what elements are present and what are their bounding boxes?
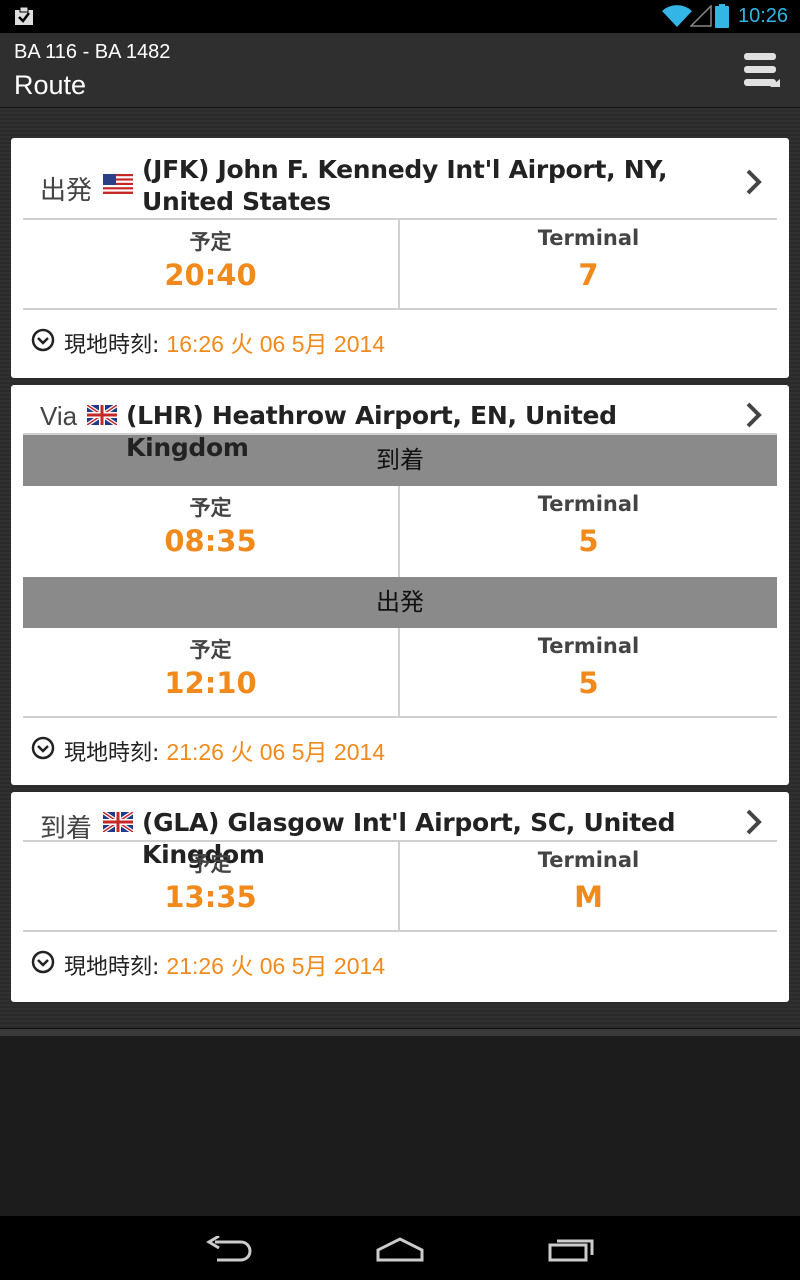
leg-header[interactable]: 出発 (JFK) John F. Kennedy Int'l Airport, … bbox=[23, 138, 777, 220]
terminal-label: Terminal bbox=[537, 492, 640, 516]
navigation-bar bbox=[0, 1216, 800, 1280]
chevron-right-icon[interactable] bbox=[745, 401, 763, 429]
local-time-label: 現地時刻: bbox=[64, 333, 160, 358]
chevron-right-icon[interactable] bbox=[745, 808, 763, 836]
clock-icon bbox=[31, 950, 55, 974]
chevron-right-icon[interactable] bbox=[745, 168, 763, 196]
terminal-label: Terminal bbox=[537, 848, 640, 872]
uk-flag-icon bbox=[87, 405, 117, 425]
local-time-value: 16:26 火 06 5月 2014 bbox=[166, 331, 386, 357]
airport-name: (LHR) Heathrow Airport, EN, United Kingd… bbox=[126, 401, 617, 462]
action-bar: BA 116 - BA 1482 Route bbox=[0, 33, 800, 108]
local-time-label: 現地時刻: bbox=[64, 741, 160, 766]
route-content: 出発 (JFK) John F. Kennedy Int'l Airport, … bbox=[0, 108, 800, 1028]
leg-label: 出発 bbox=[40, 175, 93, 205]
scheduled-label: 予定 bbox=[189, 638, 232, 662]
terminal-label: Terminal bbox=[537, 634, 640, 658]
local-time-value: 21:26 火 06 5月 2014 bbox=[166, 953, 386, 979]
local-time-value: 21:26 火 06 5月 2014 bbox=[166, 739, 386, 765]
terminal-value: 7 bbox=[578, 258, 599, 292]
schedule-row: 予定 12:10 Terminal 5 bbox=[23, 628, 777, 718]
scheduled-time: 08:35 bbox=[164, 524, 257, 558]
page-title: Route bbox=[14, 70, 87, 100]
scheduled-cell: 予定 20:40 bbox=[23, 220, 400, 308]
leg-label: Via bbox=[40, 401, 78, 431]
terminal-label: Terminal bbox=[537, 226, 640, 250]
menu-icon[interactable] bbox=[740, 49, 782, 93]
clock-icon bbox=[31, 736, 55, 760]
leg-card-via[interactable]: Via (LHR) Heathrow Airport, EN, United K… bbox=[11, 385, 789, 785]
status-bar: 10:26 bbox=[0, 0, 800, 33]
terminal-value: 5 bbox=[578, 524, 599, 558]
status-time: 10:26 bbox=[738, 5, 789, 27]
home-icon[interactable] bbox=[375, 1236, 425, 1262]
leg-header[interactable]: Via (LHR) Heathrow Airport, EN, United K… bbox=[23, 385, 777, 462]
flight-numbers: BA 116 - BA 1482 bbox=[14, 41, 171, 63]
leg-label: 到着 bbox=[40, 813, 93, 843]
schedule-row: 予定 13:35 Terminal M bbox=[23, 842, 777, 932]
content-divider bbox=[0, 1028, 800, 1036]
terminal-value: M bbox=[574, 880, 603, 914]
scheduled-time: 12:10 bbox=[164, 666, 257, 700]
local-time-row: 現地時刻: 21:26 火 06 5月 2014 bbox=[23, 932, 777, 992]
terminal-cell: Terminal 5 bbox=[400, 486, 777, 577]
leg-card-departure[interactable]: 出発 (JFK) John F. Kennedy Int'l Airport, … bbox=[11, 138, 789, 378]
battery-icon bbox=[715, 4, 729, 28]
local-time-row: 現地時刻: 21:26 火 06 5月 2014 bbox=[23, 718, 777, 778]
leg-card-arrival[interactable]: 到着 (GLA) Glasgow Int'l Airport, SC, Unit… bbox=[11, 792, 789, 1002]
recent-apps-icon[interactable] bbox=[548, 1236, 596, 1262]
terminal-value: 5 bbox=[578, 666, 599, 700]
scheduled-label: 予定 bbox=[189, 496, 232, 520]
terminal-cell: Terminal 7 bbox=[400, 220, 777, 308]
scheduled-label: 予定 bbox=[189, 852, 232, 876]
scheduled-time: 13:35 bbox=[164, 880, 257, 914]
clock-icon bbox=[31, 328, 55, 352]
schedule-row: 予定 08:35 Terminal 5 bbox=[23, 486, 777, 577]
wifi-icon bbox=[662, 5, 692, 27]
terminal-cell: Terminal M bbox=[400, 842, 777, 930]
local-time-label: 現地時刻: bbox=[64, 955, 160, 980]
schedule-row: 予定 20:40 Terminal 7 bbox=[23, 220, 777, 310]
scheduled-cell: 予定 12:10 bbox=[23, 628, 400, 716]
uk-flag-icon bbox=[103, 812, 133, 832]
scheduled-cell: 予定 13:35 bbox=[23, 842, 400, 930]
scheduled-time: 20:40 bbox=[164, 258, 257, 292]
terminal-cell: Terminal 5 bbox=[400, 628, 777, 716]
back-icon[interactable] bbox=[205, 1236, 255, 1262]
scheduled-cell: 予定 08:35 bbox=[23, 486, 400, 577]
section-departure: 出発 bbox=[23, 577, 777, 628]
scheduled-label: 予定 bbox=[189, 230, 232, 254]
us-flag-icon bbox=[103, 174, 133, 194]
local-time-row: 現地時刻: 16:26 火 06 5月 2014 bbox=[23, 310, 777, 370]
signal-icon bbox=[690, 5, 712, 27]
leg-header[interactable]: 到着 (GLA) Glasgow Int'l Airport, SC, Unit… bbox=[23, 792, 777, 869]
airport-name: (JFK) John F. Kennedy Int'l Airport, NY,… bbox=[142, 155, 668, 216]
clipboard-check-icon bbox=[15, 7, 33, 25]
